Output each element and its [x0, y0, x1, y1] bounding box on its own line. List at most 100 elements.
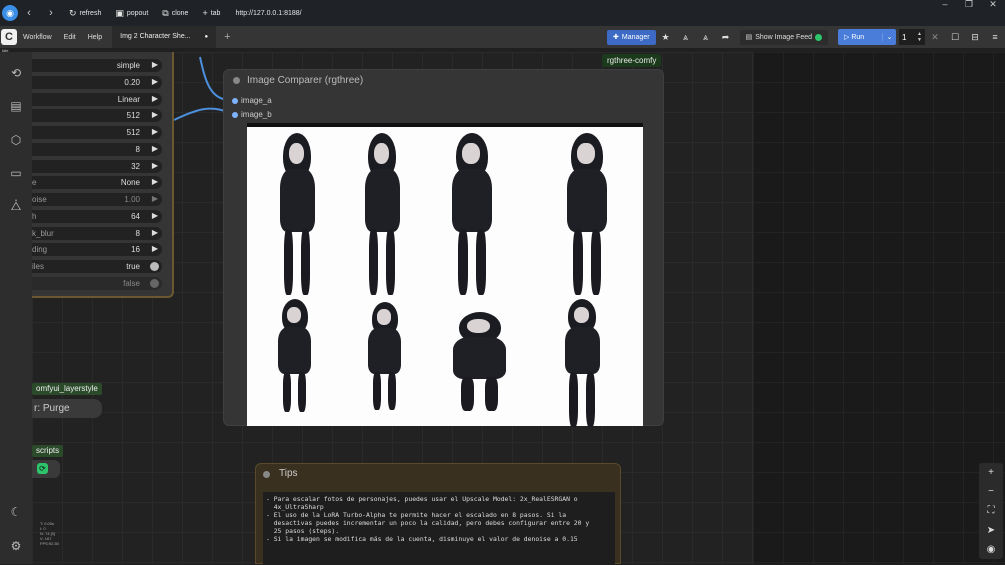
tips-note-node[interactable]: Tips - Para escalar fotos de personajes,…: [255, 463, 621, 565]
character-figure: [547, 299, 617, 427]
figure-leg: [457, 228, 468, 295]
model-library-sidebar-icon[interactable]: ⬡: [8, 132, 24, 148]
widget-row[interactable]: e None ▶: [32, 176, 162, 189]
increment-arrow-icon[interactable]: ▶: [152, 127, 158, 136]
widget-value: 1.00: [124, 195, 140, 204]
figure-leg: [300, 228, 310, 295]
comparison-preview-image[interactable]: [247, 123, 643, 427]
character-figure: [547, 133, 627, 298]
increment-arrow-icon[interactable]: ▶: [152, 144, 158, 153]
widget-row[interactable]: 0.20 ▶: [32, 76, 162, 89]
widget-label: e: [32, 178, 37, 187]
widget-row[interactable]: iles true: [32, 260, 162, 273]
figure-face: [373, 142, 389, 165]
figure-face: [466, 318, 490, 334]
tips-textarea[interactable]: - Para escalar fotos de personajes, pued…: [263, 492, 615, 565]
combo-arrow-icon[interactable]: ▶: [152, 177, 158, 186]
scripts-node[interactable]: ⟳: [32, 460, 60, 478]
side-toolbar: ⟲ ▤ ⬡ ▭ ⧊ ☾ ⚙: [0, 52, 32, 564]
zoom-in-button[interactable]: +: [988, 467, 994, 478]
select-mode-icon[interactable]: ➤: [987, 525, 995, 536]
combo-arrow-icon[interactable]: ▶: [152, 60, 158, 69]
widget-label: h: [32, 212, 37, 221]
character-figure: [427, 312, 532, 424]
figure-leg: [372, 371, 382, 410]
widget-row[interactable]: 8 ▶: [32, 143, 162, 156]
toggle-knob-icon[interactable]: [150, 279, 159, 288]
widget-value: 0.20: [124, 78, 140, 87]
node-title[interactable]: Image Comparer (rgthree): [224, 70, 663, 91]
combo-arrow-icon[interactable]: ▶: [152, 94, 158, 103]
rgthree-badge: rgthree-comfy: [602, 54, 662, 67]
collapse-dot-icon[interactable]: [263, 471, 270, 478]
figure-leg: [484, 376, 499, 411]
widget-value: 512: [126, 128, 140, 137]
increment-arrow-icon[interactable]: ▶: [152, 228, 158, 237]
figure-body: [453, 336, 506, 380]
widget-row[interactable]: ding 16 ▶: [32, 243, 162, 256]
widget-value: false: [123, 279, 140, 288]
input-slot-image-a[interactable]: image_a: [232, 96, 272, 105]
collapse-dot-icon[interactable]: [233, 77, 240, 84]
toggle-knob-icon[interactable]: [150, 262, 159, 271]
node-library-sidebar-icon[interactable]: ▤: [8, 98, 24, 114]
widget-label: k_blur: [32, 229, 54, 238]
widget-row[interactable]: Linear ▶: [32, 93, 162, 106]
increment-arrow-icon[interactable]: ▶: [152, 110, 158, 119]
widget-row[interactable]: k_blur 8 ▶: [32, 227, 162, 240]
increment-arrow-icon[interactable]: ▶: [152, 194, 158, 203]
upscale-settings-node[interactable]: simple ▶ 0.20 ▶ Linear ▶ 512 ▶ 512 ▶ 8 ▶ 32 ▶ e None ▶ oi…: [32, 52, 174, 298]
stat-fps: FPS:92.50: [40, 541, 59, 546]
figure-body: [279, 169, 315, 232]
queue-history-icon[interactable]: ⟲: [8, 65, 24, 81]
workflows-folder-icon[interactable]: ▭: [8, 165, 24, 181]
widget-row[interactable]: 32 ▶: [32, 160, 162, 173]
increment-arrow-icon[interactable]: ▶: [152, 211, 158, 220]
link-visibility-eye-icon[interactable]: ◉: [987, 544, 996, 555]
widget-row[interactable]: h 64 ▶: [32, 210, 162, 223]
widget-label: oise: [32, 195, 47, 204]
widget-row[interactable]: false: [32, 277, 162, 290]
canvas-zoom-controls: + − ⛶ ➤ ◉: [979, 463, 1003, 559]
tips-title[interactable]: Tips: [256, 464, 620, 484]
widget-row[interactable]: simple ▶: [32, 59, 162, 72]
figure-leg: [572, 228, 583, 295]
widget-value: None: [120, 178, 140, 187]
purge-node[interactable]: r: Purge: [32, 399, 102, 418]
image-comparer-node[interactable]: Image Comparer (rgthree) image_a image_b: [223, 69, 664, 427]
widget-row[interactable]: 512 ▶: [32, 126, 162, 139]
character-figure: [347, 133, 417, 298]
widget-row[interactable]: 512 ▶: [32, 109, 162, 122]
widget-value: simple: [116, 61, 140, 70]
figure-leg: [569, 371, 579, 427]
figure-leg: [585, 371, 595, 427]
character-figure: [432, 133, 512, 298]
figure-face: [573, 306, 589, 323]
scripts-badge: scripts: [32, 445, 64, 457]
zoom-out-button[interactable]: −: [988, 486, 994, 497]
figure-face: [577, 142, 595, 165]
figure-leg: [387, 371, 397, 410]
character-figure: [262, 133, 332, 298]
figure-leg: [297, 371, 307, 412]
theme-moon-icon[interactable]: ☾: [8, 504, 24, 520]
character-figure: [262, 299, 327, 424]
fit-view-icon[interactable]: ⛶: [988, 505, 995, 516]
figure-leg: [476, 228, 487, 295]
widget-value: 16: [131, 245, 140, 254]
widget-row[interactable]: oise 1.00 ▶: [32, 193, 162, 206]
figure-leg: [369, 228, 379, 295]
figure-face: [376, 309, 391, 325]
widget-value: true: [126, 262, 140, 271]
widget-value: 32: [131, 162, 140, 171]
node-map-icon[interactable]: ⧊: [8, 198, 24, 214]
figure-leg: [591, 228, 602, 295]
widget-label: ding: [32, 245, 48, 254]
increment-arrow-icon[interactable]: ▶: [152, 161, 158, 170]
increment-arrow-icon[interactable]: ▶: [152, 244, 158, 253]
settings-gear-icon[interactable]: ⚙: [8, 538, 24, 554]
figure-body: [364, 169, 400, 232]
increment-arrow-icon[interactable]: ▶: [152, 77, 158, 86]
script-status-icon: ⟳: [37, 463, 48, 474]
input-slot-image-b[interactable]: image_b: [232, 110, 272, 119]
